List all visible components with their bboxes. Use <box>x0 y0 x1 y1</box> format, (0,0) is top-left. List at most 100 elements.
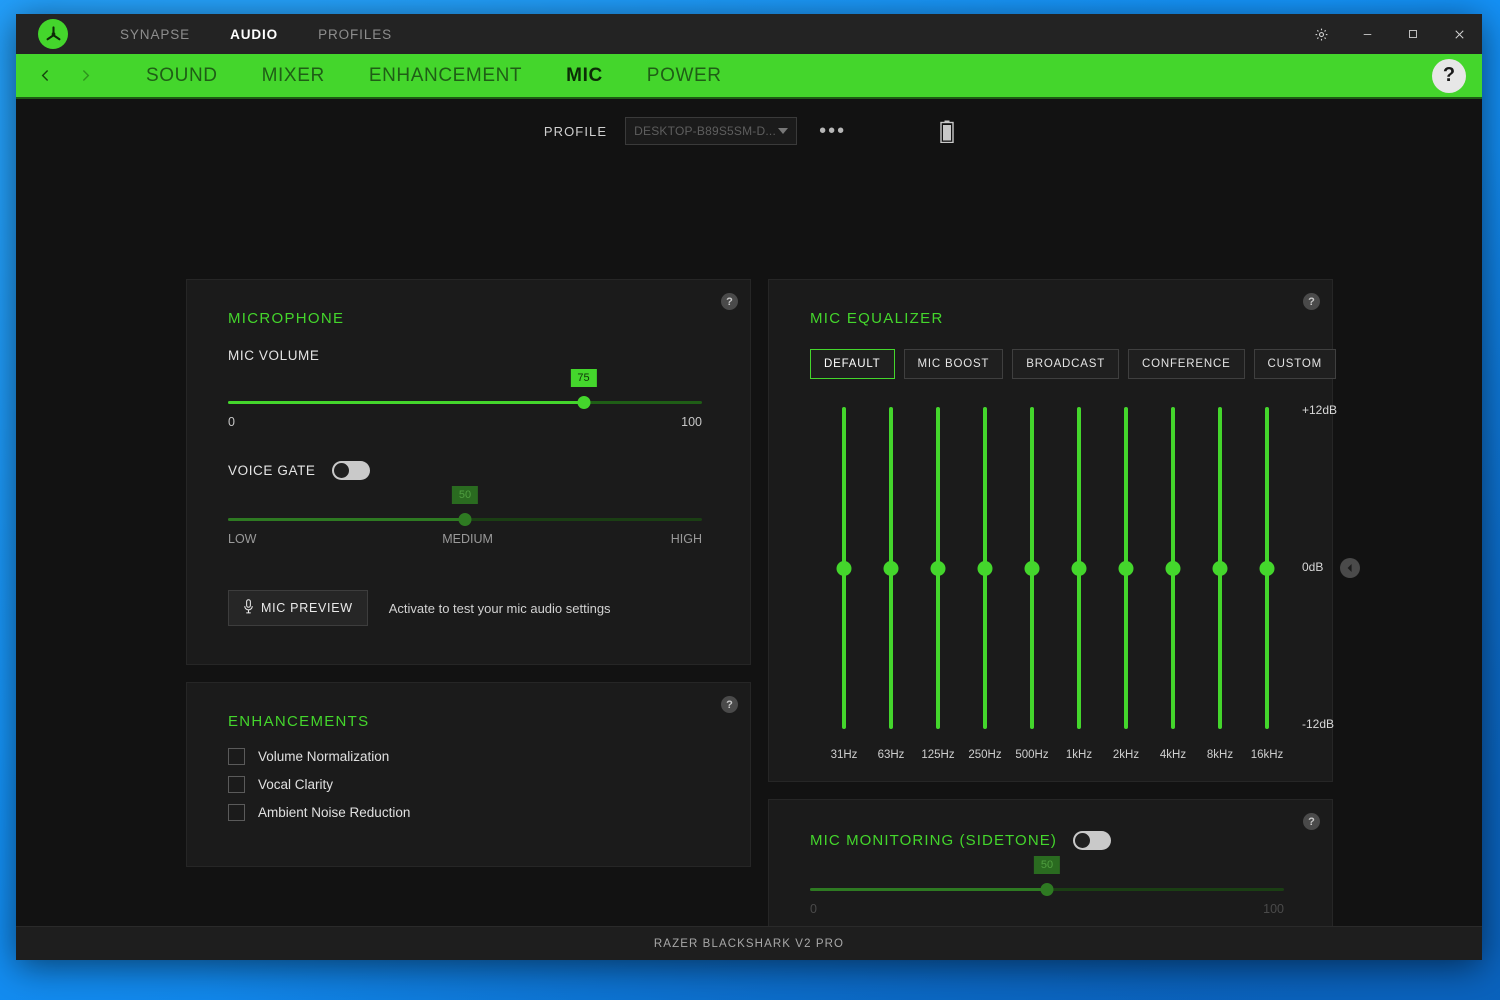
enhancements-panel-title: ENHANCEMENTS <box>228 713 370 730</box>
eq-knob-31Hz[interactable] <box>836 560 852 576</box>
eq-band-2kHz[interactable]: 2kHz <box>1104 401 1148 781</box>
vocal-clarity-label: Vocal Clarity <box>258 777 334 792</box>
eq-band-4kHz[interactable]: 4kHz <box>1151 401 1195 781</box>
mic-monitoring-min-label: 0 <box>810 902 817 916</box>
eq-freq-label-1kHz: 1kHz <box>1065 749 1093 761</box>
tab-mic[interactable]: MIC <box>544 61 625 91</box>
tab-mixer[interactable]: MIXER <box>240 61 347 91</box>
close-button[interactable] <box>1436 14 1482 54</box>
voice-gate-fill <box>228 518 465 521</box>
eq-knob-4kHz[interactable] <box>1165 560 1181 576</box>
mic-monitoring-panel-title: MIC MONITORING (SIDETONE) <box>810 832 1057 849</box>
eq-preset-mic-boost[interactable]: MIC BOOST <box>903 349 1004 379</box>
enhancements-help-icon[interactable]: ? <box>721 696 738 713</box>
ambient-noise-reduction-label: Ambient Noise Reduction <box>258 805 411 820</box>
voice-gate-slider[interactable]: 50 <box>228 486 702 526</box>
eq-freq-label-2kHz: 2kHz <box>1112 749 1140 761</box>
eq-band-125Hz[interactable]: 125Hz <box>916 401 960 781</box>
top-nav: SYNAPSE AUDIO PROFILES <box>100 21 412 48</box>
chevron-left-icon[interactable] <box>34 61 56 91</box>
eq-db-mid-label: 0dB <box>1302 560 1324 574</box>
eq-knob-16kHz[interactable] <box>1259 560 1275 576</box>
eq-knob-8kHz[interactable] <box>1212 560 1228 576</box>
eq-band-250Hz[interactable]: 250Hz <box>963 401 1007 781</box>
settings-gear-button[interactable] <box>1298 14 1344 54</box>
mic-preview-row: MIC PREVIEW Activate to test your mic au… <box>187 590 750 664</box>
eq-preset-default[interactable]: DEFAULT <box>810 349 895 379</box>
profile-more-button[interactable]: ••• <box>819 121 846 141</box>
mic-preview-button[interactable]: MIC PREVIEW <box>228 590 368 626</box>
status-footer: RAZER BLACKSHARK V2 PRO <box>16 926 1482 960</box>
eq-collapse-button[interactable] <box>1340 558 1360 578</box>
left-column: ? MICROPHONE MIC VOLUME 75 0 100 VOICE G… <box>186 279 751 867</box>
eq-preset-broadcast[interactable]: BROADCAST <box>1012 349 1120 379</box>
tab-power[interactable]: POWER <box>625 61 744 91</box>
eq-preset-buttons: DEFAULT MIC BOOST BROADCAST CONFERENCE CUSTO… <box>769 327 1336 379</box>
eq-band-500Hz[interactable]: 500Hz <box>1010 401 1054 781</box>
checkbox-row-ambient-noise-reduction[interactable]: Ambient Noise Reduction <box>228 804 750 821</box>
maximize-button[interactable] <box>1390 14 1436 54</box>
ambient-noise-reduction-checkbox[interactable] <box>228 804 245 821</box>
eq-band-63Hz[interactable]: 63Hz <box>869 401 913 781</box>
checkbox-row-vocal-clarity[interactable]: Vocal Clarity <box>228 776 750 793</box>
enhancements-panel: ? ENHANCEMENTS Volume Normalization Voca… <box>186 682 751 867</box>
mic-monitoring-knob[interactable] <box>1040 883 1054 896</box>
right-column: ? MIC EQUALIZER DEFAULT MIC BOOST BROADCAS… <box>768 279 1360 926</box>
mic-volume-knob[interactable] <box>577 396 590 409</box>
top-nav-audio[interactable]: AUDIO <box>210 21 298 48</box>
voice-gate-toggle[interactable] <box>331 461 370 480</box>
vocal-clarity-checkbox[interactable] <box>228 776 245 793</box>
device-name-label: RAZER BLACKSHARK V2 PRO <box>653 937 845 950</box>
mic-volume-slider[interactable]: 75 <box>228 369 702 409</box>
eq-freq-label-250Hz: 250Hz <box>968 749 1002 761</box>
eq-db-top-label: +12dB <box>1302 403 1338 417</box>
voice-gate-toggle-thumb <box>333 463 349 478</box>
voice-gate-row: VOICE GATE <box>187 461 750 480</box>
profile-dropdown[interactable]: DESKTOP-B89S5SM-D... <box>625 117 798 145</box>
top-nav-synapse[interactable]: SYNAPSE <box>100 21 210 48</box>
eq-band-16kHz[interactable]: 16kHz <box>1245 401 1289 781</box>
mic-preview-button-label: MIC PREVIEW <box>261 601 353 615</box>
eq-knob-1kHz[interactable] <box>1071 560 1087 576</box>
mic-monitoring-help-icon[interactable]: ? <box>1303 813 1320 830</box>
help-button[interactable]: ? <box>1432 58 1466 93</box>
eq-knob-125Hz[interactable] <box>930 560 946 576</box>
eq-preset-custom[interactable]: CUSTOM <box>1253 349 1336 379</box>
mic-volume-value-bubble: 75 <box>570 369 597 387</box>
checkbox-row-volume-normalization[interactable]: Volume Normalization <box>228 748 750 765</box>
eq-band-1kHz[interactable]: 1kHz <box>1057 401 1101 781</box>
mic-monitoring-slider[interactable]: 50 <box>810 856 1284 896</box>
content-area: PROFILE DESKTOP-B89S5SM-D... ••• ? MICRO… <box>16 99 1482 926</box>
mic-monitoring-toggle[interactable] <box>1072 831 1111 850</box>
title-bar: SYNAPSE AUDIO PROFILES <box>16 14 1482 54</box>
top-nav-profiles[interactable]: PROFILES <box>298 21 412 48</box>
razer-logo-icon <box>38 19 68 49</box>
eq-preset-conference[interactable]: CONFERENCE <box>1128 349 1245 379</box>
nav-arrows <box>34 61 96 91</box>
tab-enhancement[interactable]: ENHANCEMENT <box>347 61 544 91</box>
eq-sliders-area: 31Hz 63Hz 125Hz 250Hz 500Hz 1kHz 2kHz 4kHz 8kHz 1… <box>810 401 1360 781</box>
volume-normalization-checkbox[interactable] <box>228 748 245 765</box>
sub-nav-bar: SOUND MIXER ENHANCEMENT MIC POWER ? <box>16 54 1482 99</box>
eq-band-8kHz[interactable]: 8kHz <box>1198 401 1242 781</box>
chevron-right-icon[interactable] <box>74 61 96 91</box>
microphone-icon <box>243 599 254 617</box>
mic-monitoring-range-labels: 0 100 <box>810 902 1284 926</box>
mic-volume-min-label: 0 <box>228 415 235 429</box>
eq-knob-250Hz[interactable] <box>977 560 993 576</box>
eq-band-31Hz[interactable]: 31Hz <box>822 401 866 781</box>
enhancements-list: Volume Normalization Vocal Clarity Ambie… <box>187 730 750 866</box>
eq-freq-label-125Hz: 125Hz <box>921 749 955 761</box>
eq-knob-63Hz[interactable] <box>883 560 899 576</box>
minimize-button[interactable] <box>1344 14 1390 54</box>
mic-equalizer-help-icon[interactable]: ? <box>1303 293 1320 310</box>
voice-gate-knob[interactable] <box>458 513 472 526</box>
voice-gate-high-label: HIGH <box>670 532 702 546</box>
microphone-help-icon[interactable]: ? <box>721 293 738 310</box>
battery-icon[interactable] <box>940 120 954 143</box>
eq-knob-2kHz[interactable] <box>1118 560 1134 576</box>
tab-sound[interactable]: SOUND <box>124 61 240 91</box>
eq-freq-label-4kHz: 4kHz <box>1159 749 1187 761</box>
eq-knob-500Hz[interactable] <box>1024 560 1040 576</box>
profile-bar: PROFILE DESKTOP-B89S5SM-D... ••• <box>16 99 1482 155</box>
